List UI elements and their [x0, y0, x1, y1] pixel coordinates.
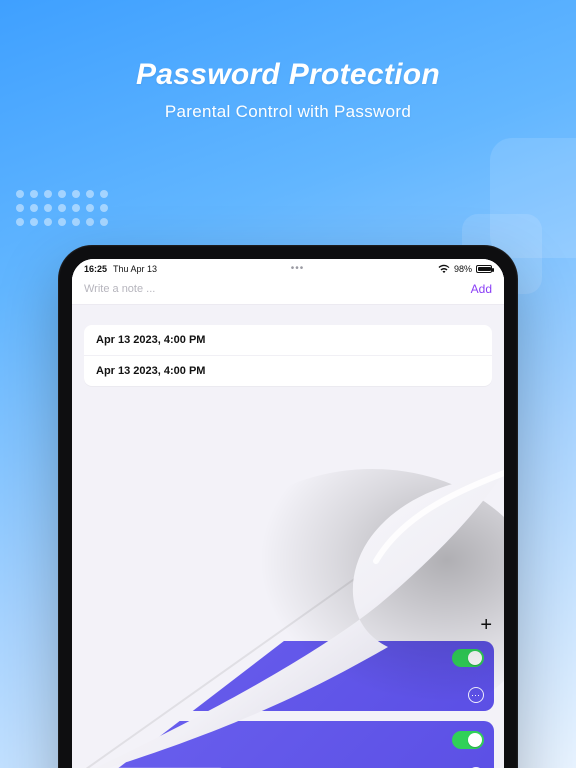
add-button[interactable]: Add [471, 282, 492, 296]
status-date: Thu Apr 13 [113, 264, 157, 274]
multitask-dots-icon: ••• [291, 263, 305, 274]
add-icon[interactable]: + [480, 614, 492, 637]
notes-header: Write a note ... Add [72, 276, 504, 305]
notes-card: Apr 13 2023, 4:00 PM Apr 13 2023, 4:00 P… [84, 325, 492, 386]
ipad-frame: + [58, 245, 518, 768]
note-row[interactable]: Apr 13 2023, 4:00 PM [84, 325, 492, 356]
app-name: twitter [122, 733, 444, 747]
note-input[interactable]: Write a note ... [84, 283, 155, 295]
wifi-icon [438, 264, 450, 273]
hero-title: Password Protection [0, 58, 576, 92]
battery-icon [476, 265, 492, 273]
toggle-switch[interactable] [452, 731, 484, 749]
battery-pct: 98% [454, 264, 472, 274]
decor-dots [16, 190, 108, 226]
promo-canvas: Password Protection Parental Control wit… [0, 0, 576, 768]
screen: + [72, 259, 504, 768]
notes-body: Apr 13 2023, 4:00 PM Apr 13 2023, 4:00 P… [72, 305, 504, 386]
hero: Password Protection Parental Control wit… [0, 58, 576, 122]
hero-subtitle: Parental Control with Password [0, 102, 576, 122]
status-time: 16:25 [84, 264, 107, 274]
status-bar: 16:25 Thu Apr 13 ••• 98% [72, 259, 504, 276]
more-icon[interactable] [468, 687, 484, 703]
toggle-switch[interactable] [452, 649, 484, 667]
note-row[interactable]: Apr 13 2023, 4:00 PM [84, 356, 492, 386]
